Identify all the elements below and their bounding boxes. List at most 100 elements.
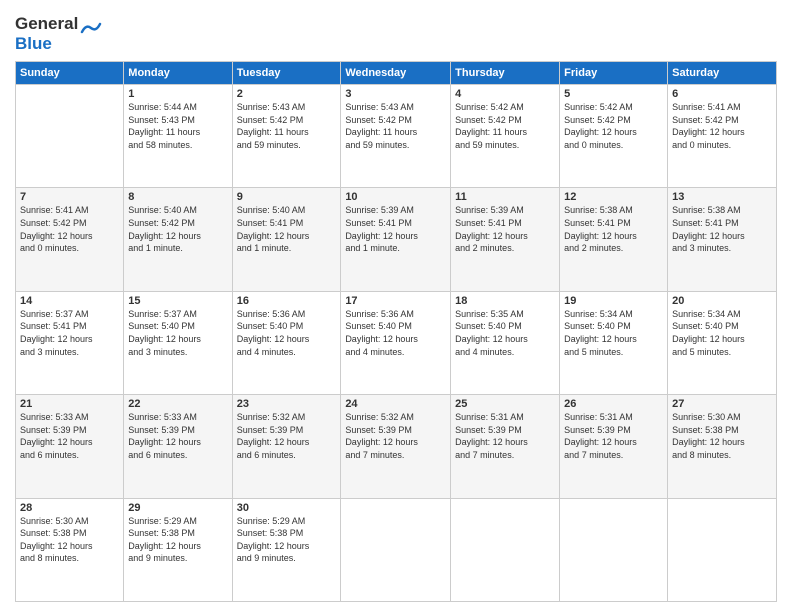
logo-blue: Blue — [15, 34, 78, 54]
header-cell-sunday: Sunday — [16, 62, 124, 85]
calendar-cell: 22Sunrise: 5:33 AM Sunset: 5:39 PM Dayli… — [124, 395, 232, 498]
calendar-cell: 17Sunrise: 5:36 AM Sunset: 5:40 PM Dayli… — [341, 291, 451, 394]
day-info: Sunrise: 5:33 AM Sunset: 5:39 PM Dayligh… — [128, 411, 227, 461]
calendar-cell: 18Sunrise: 5:35 AM Sunset: 5:40 PM Dayli… — [451, 291, 560, 394]
day-number: 11 — [455, 191, 555, 203]
day-info: Sunrise: 5:43 AM Sunset: 5:42 PM Dayligh… — [237, 101, 337, 151]
calendar-table: SundayMondayTuesdayWednesdayThursdayFrid… — [15, 61, 777, 602]
header-cell-saturday: Saturday — [668, 62, 777, 85]
calendar-cell: 1Sunrise: 5:44 AM Sunset: 5:43 PM Daylig… — [124, 85, 232, 188]
logo: General Blue — [15, 14, 102, 53]
week-row-3: 21Sunrise: 5:33 AM Sunset: 5:39 PM Dayli… — [16, 395, 777, 498]
calendar-cell: 27Sunrise: 5:30 AM Sunset: 5:38 PM Dayli… — [668, 395, 777, 498]
page: General Blue SundayMondayTuesdayWednesda… — [0, 0, 792, 612]
day-number: 13 — [672, 191, 772, 203]
day-info: Sunrise: 5:38 AM Sunset: 5:41 PM Dayligh… — [564, 204, 663, 254]
calendar-cell — [16, 85, 124, 188]
calendar-cell: 2Sunrise: 5:43 AM Sunset: 5:42 PM Daylig… — [232, 85, 341, 188]
day-number: 4 — [455, 88, 555, 100]
day-info: Sunrise: 5:36 AM Sunset: 5:40 PM Dayligh… — [237, 308, 337, 358]
calendar-cell: 14Sunrise: 5:37 AM Sunset: 5:41 PM Dayli… — [16, 291, 124, 394]
day-info: Sunrise: 5:39 AM Sunset: 5:41 PM Dayligh… — [455, 204, 555, 254]
day-info: Sunrise: 5:29 AM Sunset: 5:38 PM Dayligh… — [128, 515, 227, 565]
calendar-cell: 4Sunrise: 5:42 AM Sunset: 5:42 PM Daylig… — [451, 85, 560, 188]
day-number: 22 — [128, 398, 227, 410]
day-number: 15 — [128, 295, 227, 307]
header-cell-friday: Friday — [560, 62, 668, 85]
calendar-cell: 5Sunrise: 5:42 AM Sunset: 5:42 PM Daylig… — [560, 85, 668, 188]
calendar-cell: 26Sunrise: 5:31 AM Sunset: 5:39 PM Dayli… — [560, 395, 668, 498]
day-number: 7 — [20, 191, 119, 203]
calendar-cell: 19Sunrise: 5:34 AM Sunset: 5:40 PM Dayli… — [560, 291, 668, 394]
calendar-cell — [451, 498, 560, 601]
header-cell-tuesday: Tuesday — [232, 62, 341, 85]
day-number: 24 — [345, 398, 446, 410]
day-number: 8 — [128, 191, 227, 203]
calendar-cell: 12Sunrise: 5:38 AM Sunset: 5:41 PM Dayli… — [560, 188, 668, 291]
day-info: Sunrise: 5:35 AM Sunset: 5:40 PM Dayligh… — [455, 308, 555, 358]
day-number: 1 — [128, 88, 227, 100]
day-info: Sunrise: 5:44 AM Sunset: 5:43 PM Dayligh… — [128, 101, 227, 151]
day-info: Sunrise: 5:36 AM Sunset: 5:40 PM Dayligh… — [345, 308, 446, 358]
day-info: Sunrise: 5:41 AM Sunset: 5:42 PM Dayligh… — [20, 204, 119, 254]
calendar-cell: 30Sunrise: 5:29 AM Sunset: 5:38 PM Dayli… — [232, 498, 341, 601]
day-info: Sunrise: 5:42 AM Sunset: 5:42 PM Dayligh… — [455, 101, 555, 151]
day-info: Sunrise: 5:38 AM Sunset: 5:41 PM Dayligh… — [672, 204, 772, 254]
calendar-cell: 28Sunrise: 5:30 AM Sunset: 5:38 PM Dayli… — [16, 498, 124, 601]
calendar-cell — [560, 498, 668, 601]
day-number: 5 — [564, 88, 663, 100]
calendar-cell: 15Sunrise: 5:37 AM Sunset: 5:40 PM Dayli… — [124, 291, 232, 394]
calendar-cell: 29Sunrise: 5:29 AM Sunset: 5:38 PM Dayli… — [124, 498, 232, 601]
header-cell-monday: Monday — [124, 62, 232, 85]
day-info: Sunrise: 5:30 AM Sunset: 5:38 PM Dayligh… — [672, 411, 772, 461]
day-number: 30 — [237, 502, 337, 514]
day-number: 28 — [20, 502, 119, 514]
calendar-cell: 10Sunrise: 5:39 AM Sunset: 5:41 PM Dayli… — [341, 188, 451, 291]
day-number: 6 — [672, 88, 772, 100]
calendar-header: SundayMondayTuesdayWednesdayThursdayFrid… — [16, 62, 777, 85]
day-info: Sunrise: 5:40 AM Sunset: 5:42 PM Dayligh… — [128, 204, 227, 254]
day-info: Sunrise: 5:32 AM Sunset: 5:39 PM Dayligh… — [345, 411, 446, 461]
day-number: 19 — [564, 295, 663, 307]
day-info: Sunrise: 5:33 AM Sunset: 5:39 PM Dayligh… — [20, 411, 119, 461]
calendar-cell: 20Sunrise: 5:34 AM Sunset: 5:40 PM Dayli… — [668, 291, 777, 394]
header-cell-thursday: Thursday — [451, 62, 560, 85]
day-number: 12 — [564, 191, 663, 203]
calendar-cell: 7Sunrise: 5:41 AM Sunset: 5:42 PM Daylig… — [16, 188, 124, 291]
day-info: Sunrise: 5:31 AM Sunset: 5:39 PM Dayligh… — [564, 411, 663, 461]
day-number: 17 — [345, 295, 446, 307]
calendar-cell — [668, 498, 777, 601]
calendar-cell — [341, 498, 451, 601]
day-info: Sunrise: 5:40 AM Sunset: 5:41 PM Dayligh… — [237, 204, 337, 254]
day-info: Sunrise: 5:39 AM Sunset: 5:41 PM Dayligh… — [345, 204, 446, 254]
calendar-cell: 21Sunrise: 5:33 AM Sunset: 5:39 PM Dayli… — [16, 395, 124, 498]
week-row-2: 14Sunrise: 5:37 AM Sunset: 5:41 PM Dayli… — [16, 291, 777, 394]
header-cell-wednesday: Wednesday — [341, 62, 451, 85]
calendar-body: 1Sunrise: 5:44 AM Sunset: 5:43 PM Daylig… — [16, 85, 777, 602]
week-row-1: 7Sunrise: 5:41 AM Sunset: 5:42 PM Daylig… — [16, 188, 777, 291]
header: General Blue — [15, 10, 777, 53]
calendar-cell: 9Sunrise: 5:40 AM Sunset: 5:41 PM Daylig… — [232, 188, 341, 291]
day-number: 16 — [237, 295, 337, 307]
day-number: 9 — [237, 191, 337, 203]
day-info: Sunrise: 5:31 AM Sunset: 5:39 PM Dayligh… — [455, 411, 555, 461]
day-info: Sunrise: 5:34 AM Sunset: 5:40 PM Dayligh… — [672, 308, 772, 358]
day-number: 18 — [455, 295, 555, 307]
day-number: 3 — [345, 88, 446, 100]
day-info: Sunrise: 5:30 AM Sunset: 5:38 PM Dayligh… — [20, 515, 119, 565]
day-info: Sunrise: 5:37 AM Sunset: 5:40 PM Dayligh… — [128, 308, 227, 358]
calendar-cell: 6Sunrise: 5:41 AM Sunset: 5:42 PM Daylig… — [668, 85, 777, 188]
day-number: 21 — [20, 398, 119, 410]
day-number: 25 — [455, 398, 555, 410]
day-info: Sunrise: 5:34 AM Sunset: 5:40 PM Dayligh… — [564, 308, 663, 358]
day-number: 14 — [20, 295, 119, 307]
day-number: 10 — [345, 191, 446, 203]
day-info: Sunrise: 5:42 AM Sunset: 5:42 PM Dayligh… — [564, 101, 663, 151]
day-info: Sunrise: 5:32 AM Sunset: 5:39 PM Dayligh… — [237, 411, 337, 461]
header-row: SundayMondayTuesdayWednesdayThursdayFrid… — [16, 62, 777, 85]
logo-wave-icon — [80, 18, 102, 40]
calendar-cell: 3Sunrise: 5:43 AM Sunset: 5:42 PM Daylig… — [341, 85, 451, 188]
day-info: Sunrise: 5:29 AM Sunset: 5:38 PM Dayligh… — [237, 515, 337, 565]
logo-general: General — [15, 14, 78, 34]
day-number: 2 — [237, 88, 337, 100]
